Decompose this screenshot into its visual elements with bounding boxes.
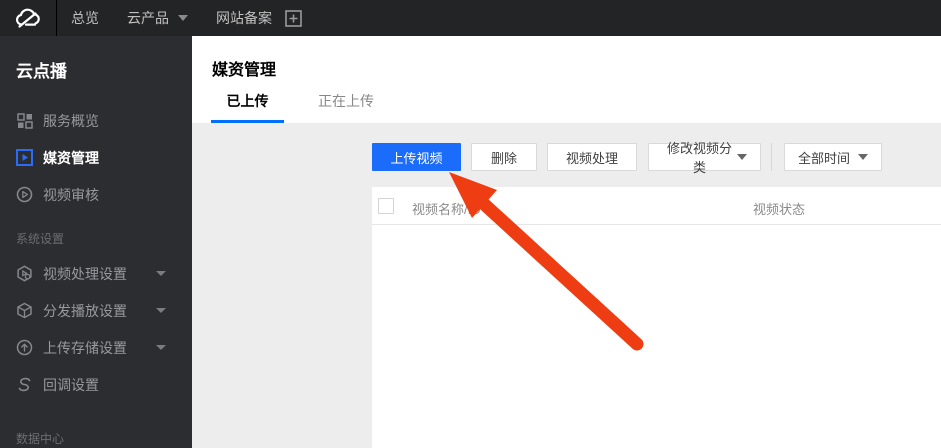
product-title: 云点播 — [16, 62, 67, 81]
video-process-button[interactable]: 视频处理 — [547, 143, 637, 171]
column-header-video-name: 视频名称/ID — [412, 202, 481, 217]
callback-icon — [16, 376, 33, 393]
topnav-overview[interactable]: 总览 — [71, 8, 99, 28]
tab-label: 正在上传 — [318, 93, 374, 109]
sidebar-item-media-management[interactable]: 媒资管理 — [0, 139, 192, 176]
toolbar-divider — [771, 143, 772, 171]
sidebar-item-label: 视频审核 — [43, 186, 99, 203]
media-table: 视频名称/ID 视频状态 — [372, 187, 941, 448]
chevron-down-icon — [178, 15, 188, 21]
modify-category-label: 修改视频分类 — [666, 141, 732, 175]
video-process-icon — [16, 265, 33, 282]
main-header: 媒资管理 已上传 正在上传 — [192, 36, 941, 123]
play-square-icon — [16, 149, 33, 166]
upload-circle-icon — [16, 339, 33, 356]
topbar: 总览 云产品 网站备案 — [0, 0, 941, 36]
plus-square-icon — [285, 9, 302, 27]
chevron-down-icon[interactable] — [156, 345, 166, 350]
chevron-down-icon — [858, 154, 868, 160]
sidebar-item-video-process-settings[interactable]: 视频处理设置 — [0, 255, 192, 292]
cube-icon — [16, 302, 33, 319]
tab-label: 已上传 — [226, 93, 269, 109]
sidebar-item-video-review[interactable]: 视频审核 — [0, 176, 192, 213]
column-header-video-status: 视频状态 — [753, 202, 806, 217]
delete-button[interactable]: 删除 — [471, 143, 537, 171]
sidebar-item-label: 媒资管理 — [43, 149, 99, 166]
topnav-overview-label: 总览 — [71, 10, 99, 26]
sidebar-item-label: 服务概览 — [43, 112, 99, 129]
page-title: 媒资管理 — [212, 62, 277, 79]
sidebar-item-label: 回调设置 — [43, 376, 99, 393]
sidebar-item-label: 视频处理设置 — [43, 265, 127, 282]
time-filter-dropdown[interactable]: 全部时间 — [784, 143, 882, 171]
grid-icon — [16, 112, 33, 129]
vod-console-screen: 总览 云产品 网站备案 云点播 服务概览 媒资管理 视频审核 系统设置 视频处理… — [0, 0, 941, 448]
upload-video-button[interactable]: 上传视频 — [372, 143, 461, 171]
sidebar-item-service-overview[interactable]: 服务概览 — [0, 102, 192, 139]
topnav-cloud-products[interactable]: 云产品 — [127, 8, 188, 28]
sidebar-main-menu: 服务概览 媒资管理 视频审核 — [0, 102, 192, 213]
content-area: 上传视频 删除 视频处理 修改视频分类 全部时间 视频名称/ID 视频状态 — [192, 123, 941, 448]
sidebar: 云点播 服务概览 媒资管理 视频审核 系统设置 视频处理设置 分发播放设置 上传… — [0, 36, 192, 448]
sidebar-item-upload-storage-settings[interactable]: 上传存储设置 — [0, 329, 192, 366]
sidebar-item-label: 上传存储设置 — [43, 339, 127, 356]
topnav-icp-record-label: 网站备案 — [216, 10, 272, 26]
toolbar: 上传视频 删除 视频处理 修改视频分类 全部时间 — [372, 141, 882, 175]
time-filter-label: 全部时间 — [798, 150, 851, 166]
tab-uploading[interactable]: 正在上传 — [318, 91, 374, 123]
sidebar-section-data-center: 数据中心 — [16, 432, 65, 446]
sidebar-item-callback-settings[interactable]: 回调设置 — [0, 366, 192, 403]
chevron-down-icon[interactable] — [156, 308, 166, 313]
add-console-tab-button[interactable] — [285, 9, 302, 27]
cloud-logo-icon — [15, 8, 40, 28]
topnav-icp-record[interactable]: 网站备案 — [216, 8, 272, 28]
topbar-nav: 总览 云产品 网站备案 — [57, 0, 302, 36]
table-header-row: 视频名称/ID 视频状态 — [372, 187, 941, 225]
modify-category-dropdown[interactable]: 修改视频分类 — [648, 141, 761, 175]
select-all-checkbox[interactable] — [378, 198, 394, 214]
topnav-cloud-products-label: 云产品 — [127, 10, 169, 26]
play-circle-icon — [16, 186, 33, 203]
sidebar-item-distribution-settings[interactable]: 分发播放设置 — [0, 292, 192, 329]
tab-bar: 已上传 正在上传 — [192, 91, 374, 123]
chevron-down-icon[interactable] — [156, 271, 166, 276]
sidebar-item-label: 分发播放设置 — [43, 302, 127, 319]
sidebar-section-system-settings: 系统设置 — [16, 232, 65, 246]
tab-uploaded[interactable]: 已上传 — [211, 91, 284, 123]
chevron-down-icon — [737, 154, 747, 160]
tencent-cloud-logo[interactable] — [0, 0, 57, 36]
